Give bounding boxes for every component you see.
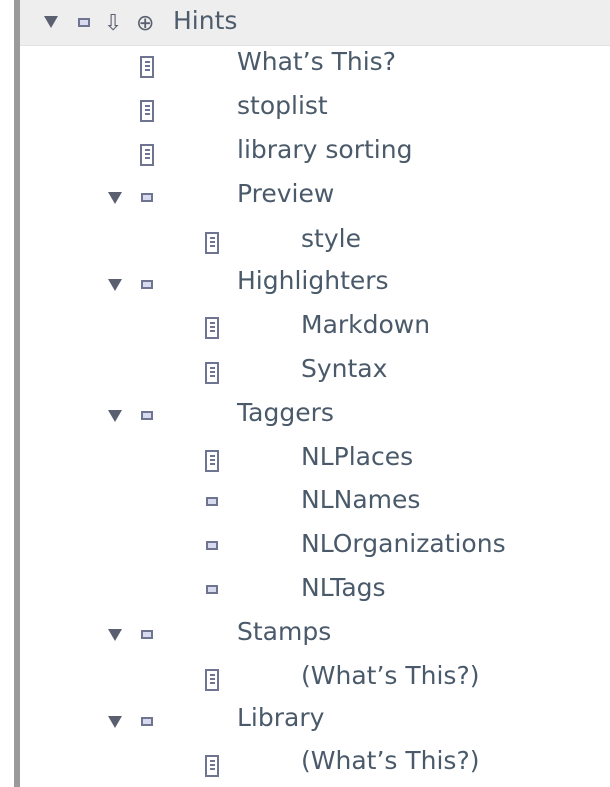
root-label: Hints [173,6,238,35]
disclosure-triangle-icon[interactable] [108,629,122,641]
note-icon [206,497,218,506]
item-label: NLPlaces [301,442,414,471]
note-icon [206,541,218,550]
item-label: Stamps [237,617,332,646]
add-circle-icon[interactable]: ⊕ [136,12,154,36]
item-label: NLTags [301,573,386,602]
document-icon [205,232,219,254]
item-label: Syntax [301,354,388,383]
note-icon [141,280,153,289]
item-label: NLNames [301,485,421,514]
document-icon [205,450,219,472]
item-label: (What’s This?) [301,746,480,775]
document-icon [205,755,219,777]
document-icon [205,362,219,384]
disclosure-triangle-icon[interactable] [108,192,122,204]
item-label: (What’s This?) [301,661,480,690]
item-label: Highlighters [237,266,389,295]
item-label: What’s This? [237,47,396,76]
item-label: style [301,224,361,253]
item-label: Preview [237,179,335,208]
note-icon [141,717,153,726]
document-icon [140,100,154,122]
item-label: Taggers [237,398,334,427]
down-arrow-icon[interactable]: ⇩ [104,12,122,36]
disclosure-triangle-icon[interactable] [108,279,122,291]
document-icon [205,669,219,691]
note-icon [78,18,90,27]
item-label: Library [237,703,325,732]
disclosure-triangle-icon[interactable] [108,716,122,728]
item-label: library sorting [237,135,413,164]
disclosure-triangle-icon[interactable] [108,410,122,422]
root-row-header[interactable]: ⇩ ⊕ Hints [20,0,610,46]
item-label: Markdown [301,310,431,339]
disclosure-triangle-icon[interactable] [44,16,58,28]
document-icon [140,56,154,78]
item-label: stoplist [237,91,328,120]
item-label: NLOrganizations [301,529,506,558]
note-icon [141,411,153,420]
document-icon [140,144,154,166]
note-icon [141,630,153,639]
left-edge-bar [14,0,20,787]
note-icon [206,585,218,594]
document-icon [205,317,219,339]
note-icon [141,193,153,202]
